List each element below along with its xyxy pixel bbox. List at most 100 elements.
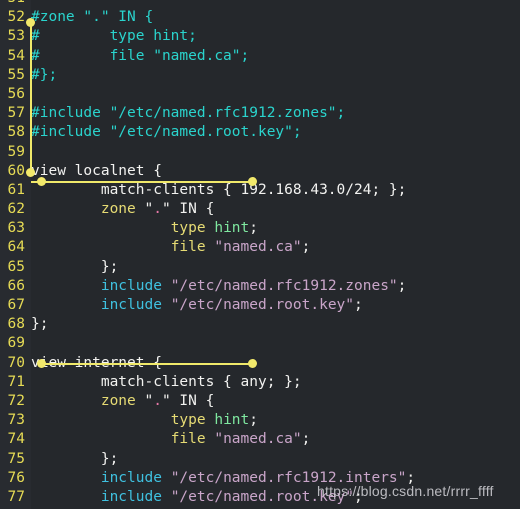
code-line[interactable]: 52 #zone "." IN {	[0, 8, 520, 27]
line-content[interactable]: #include "/etc/named.rfc1912.zones";	[31, 105, 345, 121]
line-number: 74	[7, 431, 25, 448]
line-content[interactable]: include "/etc/named.root.key";	[31, 297, 363, 313]
code-line[interactable]: 68};	[0, 315, 520, 334]
code-line[interactable]: 60 view localnet {	[0, 162, 520, 181]
line-content[interactable]: file "named.ca";	[31, 239, 311, 256]
line-number: 71	[7, 373, 25, 390]
line-number: 64	[7, 239, 25, 256]
code-token: ;	[249, 220, 258, 237]
top-edge-clip-mask	[31, 0, 520, 5]
code-line[interactable]: 72 zone "." IN {	[0, 392, 520, 411]
code-line[interactable]: 71 match-clients { any; };	[0, 373, 520, 392]
code-token: include	[100, 297, 162, 313]
line-number: 67	[7, 297, 25, 313]
code-token: ;	[301, 239, 311, 256]
code-token: #include "/etc/named.rfc1912.zones";	[31, 105, 346, 122]
line-number: 66	[7, 277, 25, 294]
line-content[interactable]: include "/etc/named.root.key";	[31, 489, 363, 505]
line-content[interactable]: include "/etc/named.rfc1912.inters";	[31, 470, 415, 486]
code-line[interactable]: 66 include "/etc/named.rfc1912.zones";	[0, 277, 520, 296]
code-token: "named.ca"	[214, 431, 302, 448]
line-content[interactable]: type hint;	[31, 412, 258, 428]
code-token: #};	[31, 66, 58, 83]
code-line[interactable]: 55 #};	[0, 66, 520, 85]
code-token: "/etc/named.root.key"	[170, 297, 355, 313]
code-token: "/etc/named.rfc1912.inters"	[170, 469, 407, 486]
code-token: };	[31, 450, 119, 467]
code-token: };	[31, 316, 49, 333]
code-line[interactable]: 67 include "/etc/named.root.key";	[0, 296, 520, 315]
line-content[interactable]: view internet {	[31, 355, 162, 371]
code-line[interactable]: 64 file "named.ca";	[0, 238, 520, 257]
code-line[interactable]: 70 view internet {	[0, 354, 520, 373]
code-token: "/etc/named.rfc1912.zones"	[170, 277, 398, 294]
line-number: 76	[7, 469, 25, 486]
line-content[interactable]: };	[31, 451, 118, 467]
line-content[interactable]: };	[31, 259, 118, 275]
code-line[interactable]: 59	[0, 143, 520, 162]
code-line[interactable]: 63 type hint;	[0, 219, 520, 238]
code-line[interactable]: 75 };	[0, 450, 520, 469]
code-token: "	[135, 201, 154, 218]
code-line[interactable]: 56	[0, 85, 520, 104]
code-token: include	[100, 277, 162, 294]
line-content[interactable]: #zone "." IN {	[31, 9, 153, 25]
code-token: ;	[397, 277, 407, 294]
code-token: hint	[214, 220, 250, 237]
code-line[interactable]: 65 };	[0, 258, 520, 277]
code-token: view internet {	[31, 354, 162, 371]
code-viewport[interactable]: 5152 #zone "." IN {53 # type hint; 54 # file…	[0, 0, 520, 509]
line-content[interactable]: #include "/etc/named.root.key";	[31, 124, 302, 140]
code-line[interactable]: 61 match-clients { 192.168.43.0/24; };	[0, 181, 520, 200]
line-content[interactable]: type hint;	[31, 220, 258, 236]
line-content[interactable]: };	[31, 316, 48, 332]
line-content[interactable]: #};	[31, 67, 57, 83]
code-token: # file "named.ca";	[31, 47, 250, 64]
code-line[interactable]: 73 type hint;	[0, 411, 520, 430]
line-content[interactable]: # file "named.ca";	[31, 48, 249, 64]
code-editor-screenshot: 5152 #zone "." IN {53 # type hint; 54 # file…	[0, 0, 520, 509]
code-token: .	[153, 392, 162, 409]
line-number: 75	[7, 450, 25, 467]
code-token: ;	[354, 297, 363, 313]
code-token: .	[153, 201, 162, 218]
code-line[interactable]: 57 #include "/etc/named.rfc1912.zones";	[0, 104, 520, 123]
code-token: match-clients { 192.168.43.0/24; };	[31, 181, 407, 198]
code-line[interactable]: 74 file "named.ca";	[0, 430, 520, 449]
line-number: 70	[7, 354, 25, 371]
code-token: " IN {	[161, 201, 215, 218]
code-token: include	[100, 488, 162, 505]
line-content[interactable]: include "/etc/named.rfc1912.zones";	[31, 277, 407, 294]
code-token: file	[170, 239, 206, 256]
code-line[interactable]: 76 include "/etc/named.rfc1912.inters";	[0, 469, 520, 488]
line-content[interactable]: # type hint;	[31, 28, 197, 44]
code-token: #include "/etc/named.root.key";	[31, 124, 302, 141]
line-number: 52	[7, 9, 25, 26]
line-number: 72	[7, 392, 25, 409]
code-line[interactable]: 58 #include "/etc/named.root.key";	[0, 123, 520, 142]
code-line[interactable]: 53 # type hint;	[0, 27, 520, 46]
code-token: view localnet {	[31, 162, 162, 179]
line-content[interactable]: zone "." IN {	[31, 201, 215, 218]
line-content[interactable]: zone "." IN {	[31, 392, 215, 409]
code-line[interactable]: 69	[0, 334, 520, 353]
code-token: ;	[301, 431, 311, 448]
code-line[interactable]: 62 zone "." IN {	[0, 200, 520, 219]
code-line[interactable]: 54 # file "named.ca";	[0, 47, 520, 66]
line-content[interactable]: match-clients { 192.168.43.0/24; };	[31, 181, 407, 198]
code-token: zone	[100, 392, 136, 409]
line-number: 58	[7, 124, 25, 141]
line-content[interactable]: match-clients { any; };	[31, 374, 302, 390]
code-token: include	[100, 469, 162, 486]
line-content[interactable]: view localnet {	[31, 163, 162, 179]
code-line[interactable]: 77 include "/etc/named.root.key";	[0, 488, 520, 507]
line-content[interactable]: file "named.ca";	[31, 431, 311, 448]
line-number: 55	[7, 66, 25, 83]
code-token: match-clients { any; };	[31, 373, 302, 390]
